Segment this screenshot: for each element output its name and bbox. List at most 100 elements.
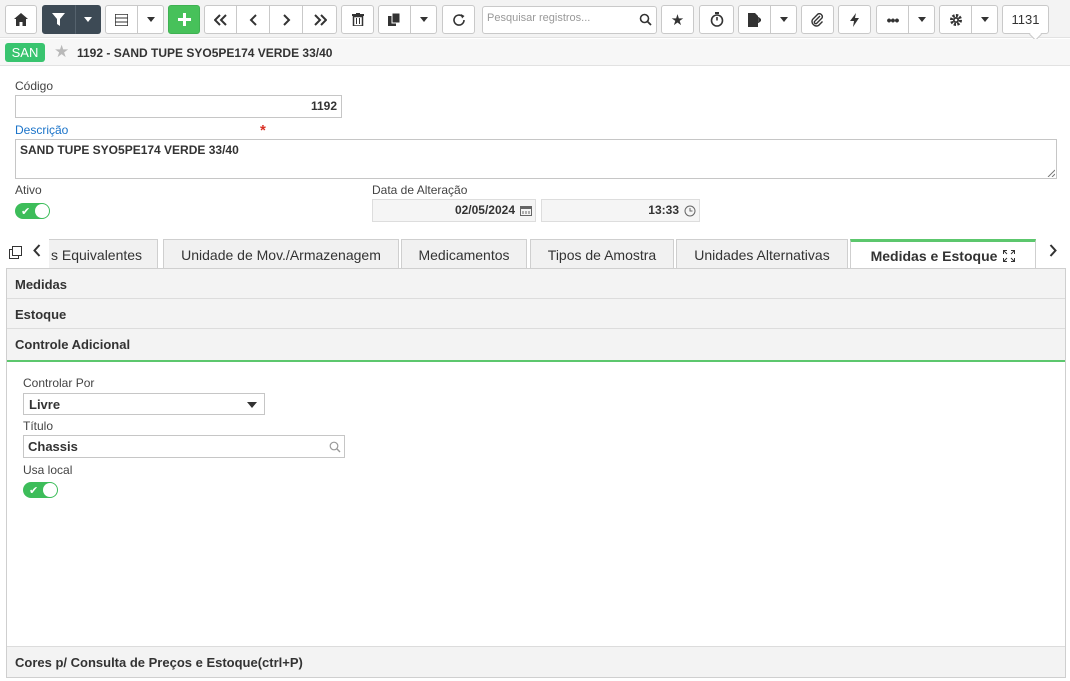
chevron-down-icon — [146, 17, 155, 22]
chevron-down-icon — [980, 17, 989, 22]
attach-icon — [811, 12, 823, 27]
export-button[interactable] — [738, 5, 771, 34]
controlar-por-value: Livre — [29, 397, 61, 412]
calendar-icon[interactable] — [520, 205, 532, 216]
favorite-button[interactable]: ★ — [661, 5, 694, 34]
first-icon — [213, 13, 227, 26]
titulo-label: Título — [23, 419, 54, 433]
tab-unidade-mov[interactable]: Unidade de Mov./Armazenagem — [163, 239, 399, 269]
first-record-button[interactable] — [204, 5, 237, 34]
section-medidas[interactable]: Medidas — [7, 269, 1065, 299]
star-icon[interactable]: ★ — [54, 42, 69, 62]
more-button[interactable]: ••• — [876, 5, 909, 34]
record-counter: 1131 — [1002, 5, 1049, 34]
descricao-value: SAND TUPE SYO5PE174 VERDE 33/40 — [20, 143, 239, 157]
attach-button[interactable] — [801, 5, 834, 34]
tab-medicamentos[interactable]: Medicamentos — [401, 239, 527, 269]
home-button[interactable] — [5, 5, 37, 34]
chevron-down-icon — [917, 17, 926, 22]
settings-button[interactable] — [939, 5, 972, 34]
ativo-label: Ativo — [15, 183, 42, 197]
next-record-button[interactable] — [270, 5, 303, 34]
chevron-down-icon — [247, 402, 257, 408]
export-icon — [748, 12, 761, 27]
tab-tipos-amostra[interactable]: Tipos de Amostra — [530, 239, 674, 269]
last-record-button[interactable] — [303, 5, 337, 34]
list-icon — [115, 13, 128, 26]
section-controle-adicional[interactable]: Controle Adicional — [7, 329, 1065, 362]
toggle-knob — [43, 483, 57, 497]
copy-dropdown[interactable] — [411, 5, 437, 34]
titulo-field[interactable]: Chassis — [23, 435, 345, 458]
usa-local-toggle[interactable]: ✔ — [23, 482, 58, 498]
settings-dropdown[interactable] — [972, 5, 998, 34]
filter-dropdown[interactable] — [75, 5, 101, 34]
section-estoque[interactable]: Estoque — [7, 299, 1065, 329]
home-icon — [14, 13, 28, 26]
search-icon[interactable] — [639, 13, 652, 29]
star-icon: ★ — [670, 11, 685, 29]
prev-record-button[interactable] — [237, 5, 270, 34]
refresh-button[interactable] — [442, 5, 475, 34]
usa-local-label: Usa local — [23, 463, 73, 477]
expand-icon[interactable] — [1003, 250, 1016, 262]
more-dropdown[interactable] — [909, 5, 935, 34]
module-badge: SAN — [5, 43, 45, 62]
filter-icon — [52, 13, 65, 26]
codigo-label: Código — [15, 79, 54, 93]
data-alteracao-label: Data de Alteração — [372, 183, 468, 197]
descricao-field[interactable]: SAND TUPE SYO5PE174 VERDE 33/40 — [15, 139, 1057, 179]
more-icon: ••• — [886, 11, 900, 28]
controlar-por-select[interactable]: Livre — [23, 393, 265, 415]
descricao-label: Descrição — [15, 123, 69, 137]
page-title: 1192 - SAND TUPE SYO5PE174 VERDE 33/40 — [77, 46, 333, 60]
codigo-field[interactable]: 1192 — [15, 95, 342, 118]
check-icon: ✔ — [21, 206, 31, 218]
chevron-left-icon — [249, 13, 257, 26]
tab-panel: Medidas Estoque Controle Adicional Contr… — [6, 268, 1066, 678]
filter-button[interactable] — [42, 5, 75, 34]
ativo-toggle[interactable]: ✔ — [15, 203, 50, 219]
chevron-down-icon — [84, 17, 92, 22]
refresh-icon — [452, 13, 465, 26]
clock-icon[interactable] — [684, 205, 696, 217]
required-mark: * — [260, 122, 266, 139]
tabs-scroll-right-icon[interactable] — [1049, 244, 1057, 262]
action-button[interactable] — [838, 5, 871, 34]
tab-unidades-alternativas[interactable]: Unidades Alternativas — [676, 239, 848, 269]
tab-bar: s Equivalentes Unidade de Mov./Armazenag… — [0, 236, 1070, 270]
tab-equivalentes[interactable]: s Equivalentes — [49, 239, 158, 269]
delete-button[interactable] — [341, 5, 374, 34]
add-icon — [177, 13, 191, 26]
resize-handle-icon[interactable] — [1047, 169, 1055, 177]
list-view-dropdown[interactable] — [138, 5, 164, 34]
section-cores[interactable]: Cores p/ Consulta de Preços e Estoque(ct… — [7, 646, 1065, 677]
search-icon[interactable] — [329, 441, 341, 453]
hora-alteracao-field: 13:33 — [541, 199, 700, 222]
copy-icon — [388, 13, 401, 26]
timer-button[interactable] — [699, 5, 734, 34]
check-icon: ✔ — [29, 485, 39, 497]
tab-medidas-estoque[interactable]: Medidas e Estoque — [850, 239, 1036, 270]
search-input[interactable] — [487, 12, 632, 24]
data-alteracao-field: 02/05/2024 — [372, 199, 536, 222]
hora-alteracao-value: 13:33 — [648, 203, 679, 217]
chevron-down-icon — [779, 17, 788, 22]
add-button[interactable] — [168, 5, 200, 34]
bolt-icon — [850, 12, 859, 27]
copy-tabs-icon[interactable] — [9, 246, 23, 260]
tab-medidas-estoque-label: Medidas e Estoque — [870, 248, 998, 264]
chevron-right-icon — [282, 13, 290, 26]
controlar-por-label: Controlar Por — [23, 376, 95, 390]
chevron-down-icon — [419, 17, 428, 22]
data-alteracao-value: 02/05/2024 — [454, 203, 515, 217]
export-dropdown[interactable] — [771, 5, 797, 34]
search-box — [482, 6, 657, 34]
trash-icon — [351, 13, 364, 26]
list-view-button[interactable] — [105, 5, 138, 34]
title-bar: SAN ★ 1192 - SAND TUPE SYO5PE174 VERDE 3… — [0, 39, 1070, 66]
timer-icon — [710, 12, 723, 27]
copy-button[interactable] — [378, 5, 411, 34]
tabs-scroll-left-icon[interactable] — [33, 244, 41, 262]
toolbar: ★ ••• 1131 — [0, 0, 1070, 38]
